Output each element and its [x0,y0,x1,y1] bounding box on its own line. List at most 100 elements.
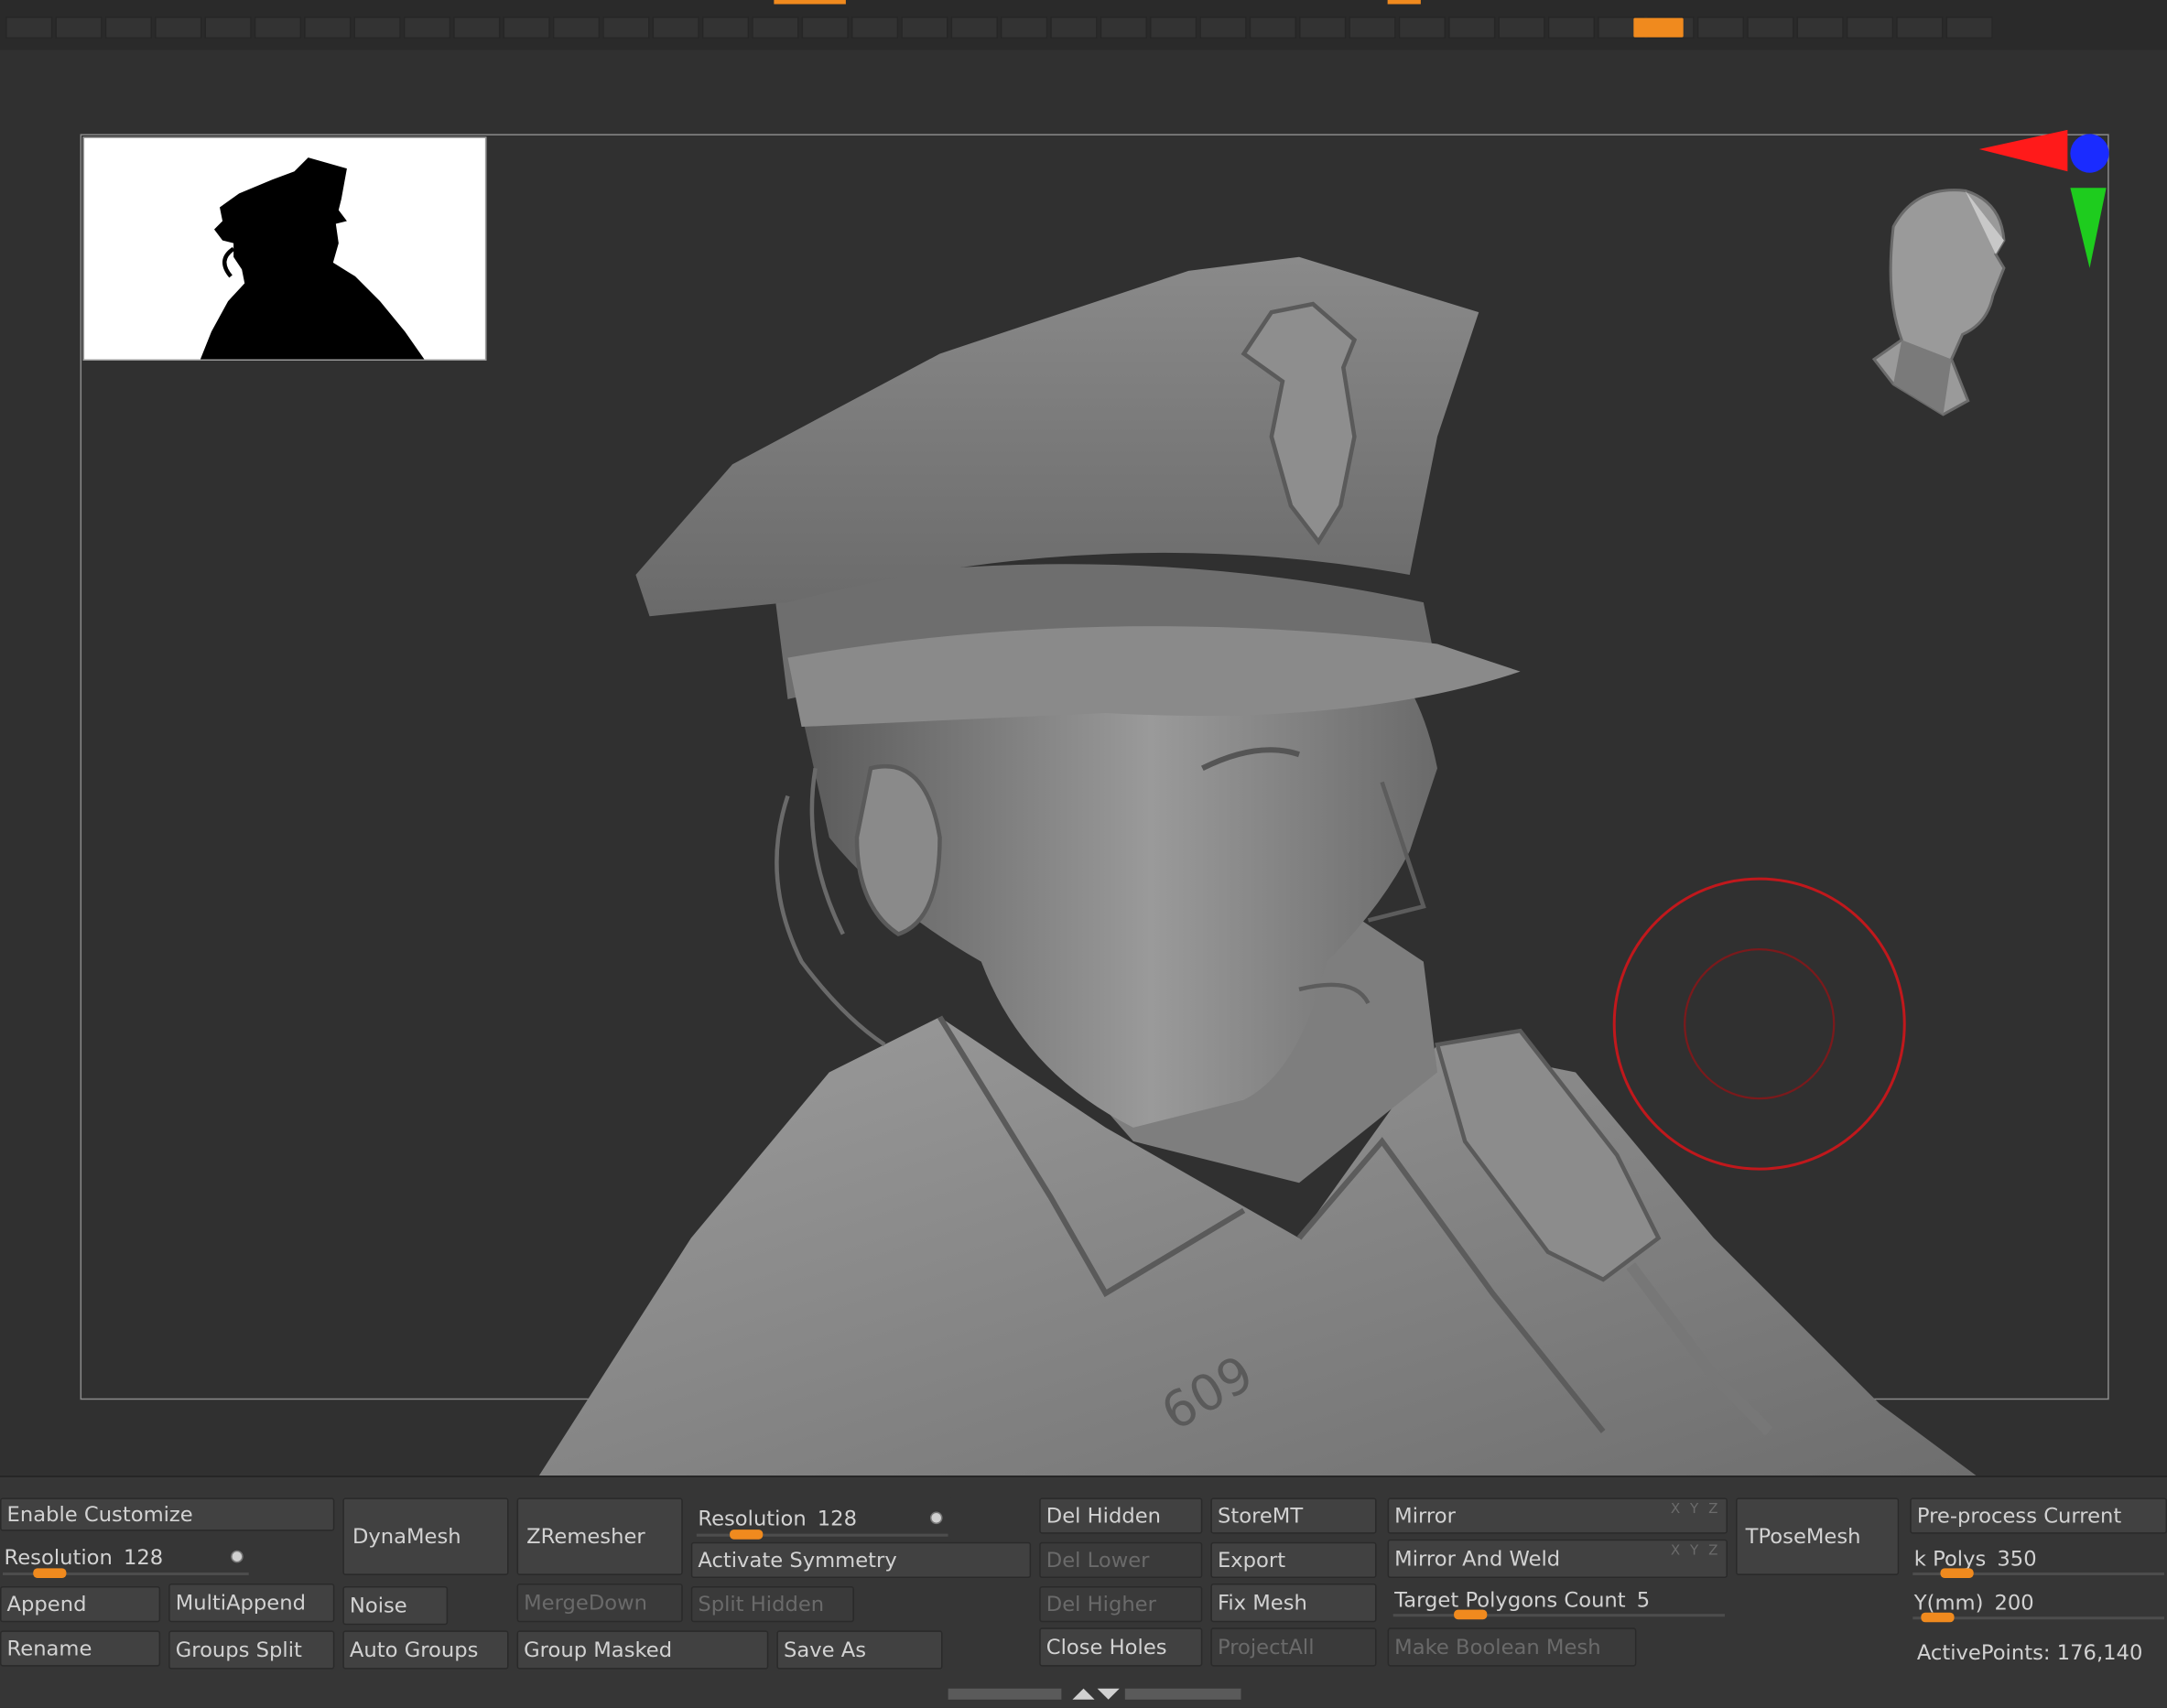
rename-button[interactable]: Rename [0,1630,161,1667]
tposemesh-button[interactable]: TPoseMesh [1736,1497,1900,1575]
export-button[interactable]: Export [1210,1541,1377,1578]
timeline-segment [701,16,750,39]
menu-highlight [774,0,846,5]
slider-label: Resolution [698,1506,807,1531]
slider-knob[interactable] [730,1530,764,1540]
timeline-track[interactable] [5,16,1993,39]
make-boolean-mesh-button: Make Boolean Mesh [1387,1627,1637,1667]
timeline-segment [104,16,153,39]
multiappend-button[interactable]: MultiAppend [168,1584,335,1623]
enable-customize-button[interactable]: Enable Customize [0,1497,335,1531]
timeline-segment [1199,16,1247,39]
zremesher-button[interactable]: ZRemesher [516,1497,683,1575]
active-points-readout: ActivePoints: 176,140 [1917,1640,2143,1665]
timeline-segment [851,16,899,39]
timeline-segment [602,16,650,39]
axis-z-dot [2070,134,2109,173]
slider-label: k Polys [1913,1546,1987,1572]
timeline-segment [1696,16,1745,39]
timeline-segment [1100,16,1147,39]
mirror-and-weld-button[interactable]: Mirror And Weld X Y Z [1387,1539,1728,1578]
close-holes-button[interactable]: Close Holes [1039,1627,1203,1667]
slider-value: 128 [123,1544,164,1570]
zbrush-ui: 609 Enable Customize Resolution 128 Appe… [0,0,2167,1708]
head-icon [1871,189,2006,416]
slider-knob[interactable] [33,1568,67,1578]
slider-value: 5 [1636,1587,1651,1613]
radio-dot-icon[interactable] [929,1511,943,1525]
axis-y-arrow [2070,188,2107,268]
timeline-segment [353,16,401,39]
target-polygons-slider[interactable]: Target Polygons Count 5 [1390,1580,1728,1620]
slider-label: Resolution [4,1544,113,1570]
k-polys-slider[interactable]: k Polys 350 [1910,1539,2167,1578]
timeline-segment [55,16,103,39]
radio-dot-icon[interactable] [231,1550,244,1563]
timeline-segment [752,16,799,39]
mirror-button[interactable]: Mirror X Y Z [1387,1497,1728,1534]
sculpt-model[interactable]: 609 [525,188,2018,1476]
del-higher-button: Del Higher [1039,1586,1203,1623]
y-mm-slider[interactable]: Y(mm) 200 [1910,1584,2167,1623]
fix-mesh-button[interactable]: Fix Mesh [1210,1584,1377,1623]
axis-x-arrow [1978,129,2068,172]
timeline-segment [1796,16,1844,39]
dynamesh-resolution-slider[interactable]: Resolution 128 [693,1497,951,1540]
timeline-segment [1000,16,1048,39]
menu-highlight [1387,0,1421,5]
timeline-segment [1448,16,1496,39]
timeline-marker[interactable] [1633,17,1684,38]
noise-button[interactable]: Noise [342,1586,449,1626]
brush-cursor [1612,877,1906,1171]
silhouette-thumbnail[interactable] [82,136,487,362]
slider-knob[interactable] [1921,1612,1955,1623]
activate-symmetry-button[interactable]: Activate Symmetry [690,1541,1032,1578]
auto-groups-button[interactable]: Auto Groups [342,1630,509,1670]
timeline-segment [304,16,352,39]
panel-resize-handle[interactable] [948,1686,1241,1703]
preprocess-current-button[interactable]: Pre-process Current [1910,1497,2167,1534]
timeline-segment [950,16,998,39]
append-button[interactable]: Append [0,1586,161,1623]
projectall-button: ProjectAll [1210,1627,1377,1667]
timeline-segment [1299,16,1347,39]
orientation-gizmo[interactable] [1852,129,2129,434]
xyz-toggle[interactable]: X Y Z [1671,1543,1721,1559]
timeline-segment [453,16,501,39]
timeline-segment [1945,16,1993,39]
slider-label: Target Polygons Count [1394,1587,1626,1613]
arrow-up-icon[interactable] [1072,1688,1095,1700]
group-masked-button[interactable]: Group Masked [516,1630,769,1670]
del-hidden-button[interactable]: Del Hidden [1039,1497,1203,1534]
top-shelf [0,0,2167,51]
timeline-segment [1896,16,1944,39]
timeline-segment [503,16,550,39]
canvas-viewport[interactable]: 609 [0,49,2167,1476]
slider-value: 200 [1994,1590,2034,1616]
groups-split-button[interactable]: Groups Split [168,1630,335,1670]
silhouette-image [200,157,425,360]
timeline-segment [1747,16,1794,39]
del-lower-button: Del Lower [1039,1541,1203,1578]
xyz-toggle[interactable]: X Y Z [1671,1502,1721,1518]
timeline-segment [1547,16,1596,39]
timeline-segment [552,16,601,39]
timeline-segment [1498,16,1545,39]
active-points-value: 176,140 [2056,1639,2143,1666]
slider-knob[interactable] [1454,1609,1488,1620]
timeline-segment [1249,16,1297,39]
timeline-segment [155,16,202,39]
storemt-button[interactable]: StoreMT [1210,1497,1377,1534]
slider-knob[interactable] [1940,1568,1974,1578]
dynamesh-button[interactable]: DynaMesh [342,1497,509,1575]
timeline-segment [1149,16,1197,39]
timeline-segment [801,16,849,39]
save-as-button[interactable]: Save As [776,1630,943,1670]
resolution-slider[interactable]: Resolution 128 [0,1536,252,1578]
timeline-segment [403,16,451,39]
timeline-segment [901,16,948,39]
arrow-down-icon[interactable] [1097,1688,1120,1700]
slider-label: Y(mm) [1913,1590,1984,1616]
timeline-segment [254,16,302,39]
slider-value: 350 [1997,1546,2037,1572]
